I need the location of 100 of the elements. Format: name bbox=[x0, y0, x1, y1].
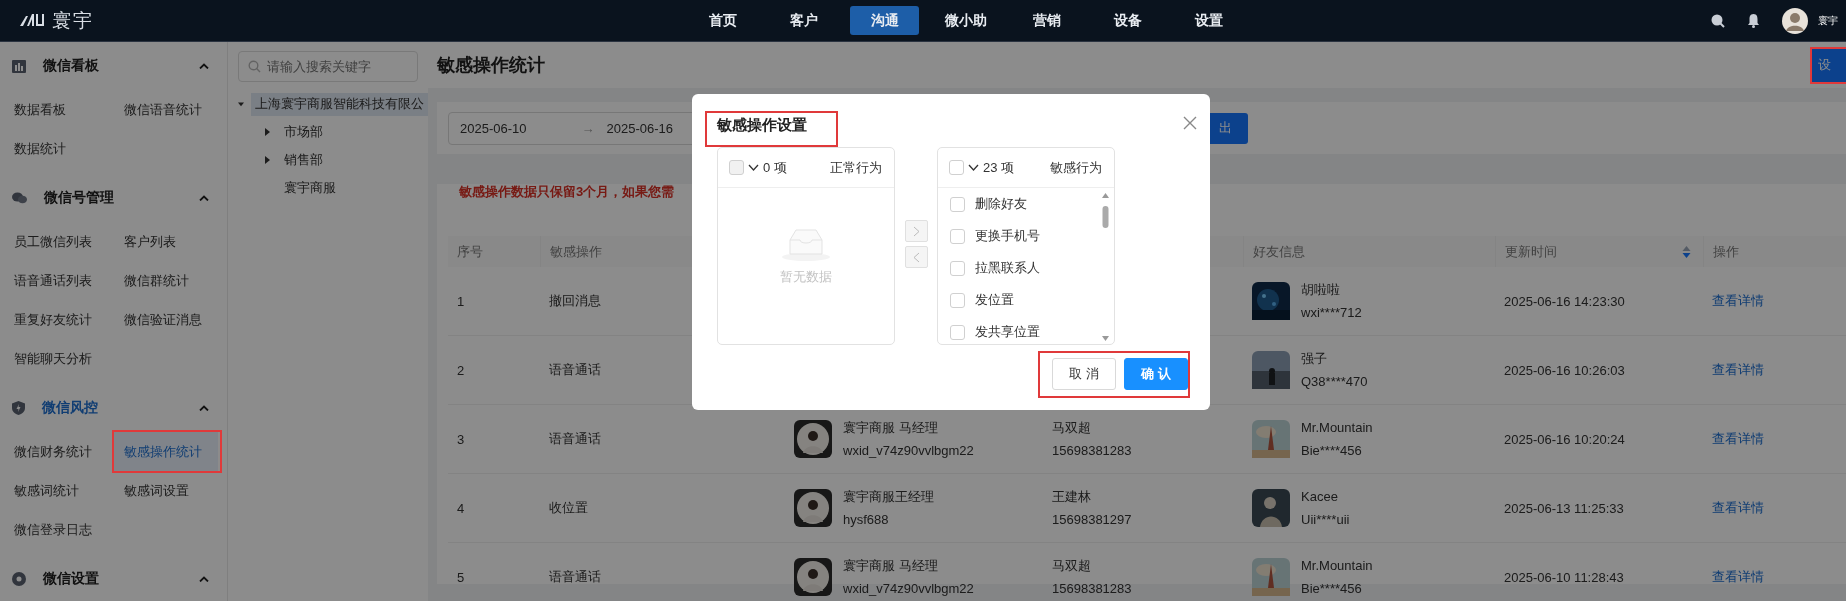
chevron-down-icon[interactable] bbox=[748, 164, 759, 171]
column-header: 序号 bbox=[456, 242, 484, 261]
page-title: 敏感操作统计 bbox=[437, 54, 545, 77]
nav-tab[interactable]: 客户 bbox=[769, 6, 838, 35]
table-cell-text: 2025-06-10 11:28:43 bbox=[1503, 568, 1625, 587]
menu-group-title[interactable]: 微信风控 bbox=[42, 399, 98, 417]
tree-node[interactable]: 上海寰宇商服智能科技有限公 bbox=[251, 92, 428, 116]
menu-item[interactable]: 语音通话列表 bbox=[4, 261, 114, 300]
shield-icon bbox=[12, 401, 25, 415]
menu-group-title[interactable]: 微信看板 bbox=[43, 57, 99, 75]
option-label[interactable]: 删除好友 bbox=[975, 195, 1027, 213]
checkbox[interactable] bbox=[950, 292, 965, 308]
table-cell-text: 收位置 bbox=[548, 499, 589, 517]
menu-item[interactable]: 数据统计 bbox=[4, 129, 114, 168]
nav-tab[interactable]: 设置 bbox=[1174, 6, 1243, 35]
menu-item[interactable]: 微信登录日志 bbox=[4, 510, 114, 549]
staff-wechat-id: wxid_v74z90vvlbgm22 bbox=[843, 580, 974, 597]
panel-title: 正常行为 bbox=[830, 158, 882, 177]
option-label[interactable]: 发共享位置 bbox=[975, 323, 1040, 341]
avatar-icon[interactable] bbox=[1782, 7, 1808, 34]
caret-down-icon[interactable] bbox=[238, 100, 244, 108]
search-icon[interactable] bbox=[1711, 13, 1725, 28]
column-header: 操作 bbox=[1703, 236, 1846, 267]
close-icon[interactable] bbox=[1183, 116, 1197, 130]
view-details-link[interactable]: 查看详情 bbox=[1712, 361, 1764, 379]
friend-name: 胡啦啦 bbox=[1301, 281, 1341, 298]
menu-item[interactable]: 数据看板 bbox=[4, 90, 114, 129]
sort-icon[interactable] bbox=[1682, 244, 1691, 259]
checkbox[interactable] bbox=[950, 260, 965, 276]
option-label[interactable]: 发位置 bbox=[975, 291, 1014, 309]
chevron-right-icon bbox=[912, 225, 920, 237]
menu-item[interactable]: 员工微信列表 bbox=[4, 222, 114, 261]
caret-up-icon[interactable] bbox=[199, 576, 209, 582]
tree-node[interactable]: 市场部 bbox=[280, 120, 327, 144]
empty-inbox-icon bbox=[781, 226, 831, 262]
customer-phone: 15698381283 bbox=[1052, 442, 1132, 459]
settings-button[interactable]: 设 bbox=[1812, 48, 1846, 82]
menu-item[interactable]: 重复好友统计 bbox=[4, 300, 114, 339]
dialog-title: 敏感操作设置 bbox=[717, 116, 807, 135]
view-details-link[interactable]: 查看详情 bbox=[1712, 292, 1764, 310]
caret-up-icon[interactable] bbox=[199, 63, 209, 69]
menu-item[interactable]: 微信验证消息 bbox=[114, 300, 218, 339]
friend-wechat-id: Bie****456 bbox=[1301, 442, 1363, 459]
checkbox[interactable] bbox=[950, 196, 965, 212]
friend-wechat-id: Q38****470 bbox=[1301, 373, 1368, 390]
nav-tab[interactable]: 设备 bbox=[1093, 6, 1162, 35]
nav-tab[interactable]: 首页 bbox=[688, 6, 757, 35]
column-header: 好友信息 bbox=[1243, 236, 1495, 267]
table-cell-text: 5 bbox=[456, 568, 466, 587]
friend-wechat-id: wxi****712 bbox=[1301, 304, 1362, 321]
menu-item[interactable]: 敏感词统计 bbox=[4, 471, 114, 510]
confirm-button[interactable]: 确 认 bbox=[1124, 358, 1188, 390]
search-icon bbox=[248, 60, 261, 73]
caret-up-icon[interactable] bbox=[199, 195, 209, 201]
nav-tab[interactable]: 营销 bbox=[1012, 6, 1081, 35]
bell-icon[interactable] bbox=[1747, 13, 1760, 28]
table-cell-text: 撤回消息 bbox=[548, 292, 602, 310]
table-cell-text: 3 bbox=[456, 430, 466, 449]
friend-name: Kacee bbox=[1301, 488, 1339, 505]
friend-wechat-id: Bie****456 bbox=[1301, 580, 1363, 597]
customer-name: 马双超 bbox=[1052, 419, 1092, 436]
checkbox[interactable] bbox=[950, 228, 965, 244]
option-label[interactable]: 更换手机号 bbox=[975, 227, 1040, 245]
view-details-link[interactable]: 查看详情 bbox=[1712, 499, 1764, 517]
caret-up-icon[interactable] bbox=[199, 405, 209, 411]
menu-item[interactable]: 敏感词设置 bbox=[114, 471, 218, 510]
table-cell-text: 2025-06-13 11:25:33 bbox=[1503, 499, 1625, 518]
caret-right-icon[interactable] bbox=[263, 156, 271, 164]
menu-item[interactable]: 客户列表 bbox=[114, 222, 218, 261]
menu-group-title[interactable]: 微信设置 bbox=[43, 570, 99, 588]
nav-tab[interactable]: 微小助 bbox=[931, 6, 1000, 35]
view-details-link[interactable]: 查看详情 bbox=[1712, 430, 1764, 448]
cancel-button[interactable]: 取 消 bbox=[1052, 358, 1116, 390]
option-label[interactable]: 拉黑联系人 bbox=[975, 259, 1040, 277]
view-details-link[interactable]: 查看详情 bbox=[1712, 568, 1764, 586]
chart-icon bbox=[12, 59, 26, 73]
customer-name: 马双超 bbox=[1052, 557, 1092, 574]
staff-wechat-id: wxid_v74z90vvlbgm22 bbox=[843, 442, 974, 459]
customer-phone: 15698381297 bbox=[1052, 511, 1132, 528]
checkbox[interactable] bbox=[949, 160, 964, 175]
search-field[interactable]: 请输入搜索关键字 bbox=[238, 51, 418, 82]
menu-item[interactable]: 微信语音统计 bbox=[114, 90, 218, 129]
chevron-down-icon[interactable] bbox=[968, 164, 979, 171]
checkbox[interactable] bbox=[950, 324, 965, 340]
scrollbar[interactable] bbox=[1101, 192, 1110, 342]
menu-group-title[interactable]: 微信号管理 bbox=[44, 189, 114, 207]
menu-item[interactable]: 微信财务统计 bbox=[4, 432, 114, 471]
column-header[interactable]: 更新时间 bbox=[1505, 242, 1557, 261]
staff-wechat-id: hysf688 bbox=[843, 511, 890, 528]
user-name[interactable]: 寰宇 bbox=[1818, 13, 1846, 28]
menu-item[interactable]: 智能聊天分析 bbox=[4, 339, 114, 378]
staff-name: 寰宇商服 马经理 bbox=[843, 557, 939, 574]
caret-right-icon[interactable] bbox=[263, 128, 271, 136]
item-count: 0 项 bbox=[763, 158, 787, 177]
chevron-left-icon bbox=[912, 251, 920, 263]
tree-node[interactable]: 销售部 bbox=[280, 148, 327, 172]
empty-text: 暂无数据 bbox=[780, 268, 832, 286]
nav-tab[interactable]: 沟通 bbox=[850, 6, 919, 35]
tree-node[interactable]: 寰宇商服 bbox=[280, 176, 340, 200]
menu-item[interactable]: 微信群统计 bbox=[114, 261, 218, 300]
